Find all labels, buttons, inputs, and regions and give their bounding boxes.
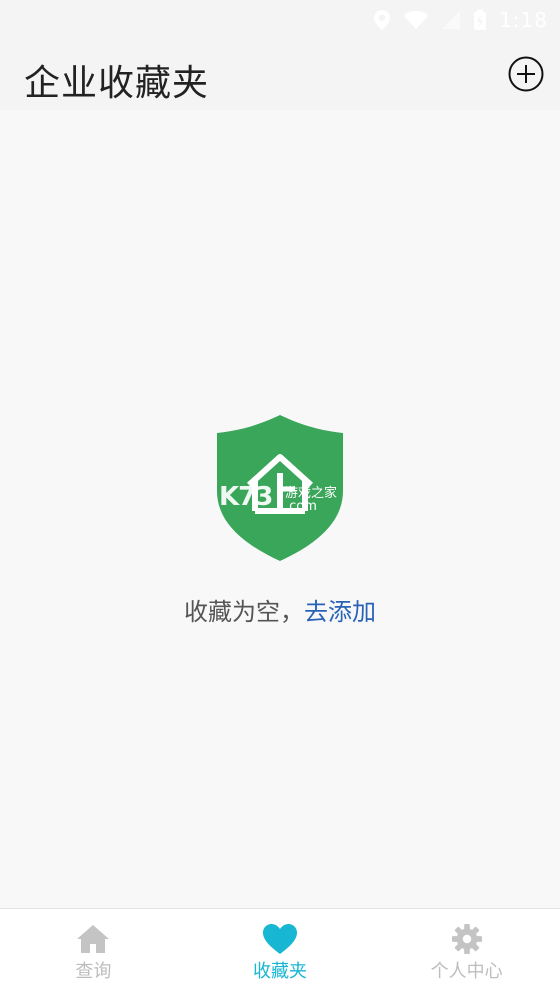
app-header: 企业收藏夹 [0, 40, 560, 110]
page-title: 企业收藏夹 [24, 63, 210, 104]
status-bar: 1:18 [0, 0, 560, 40]
add-button[interactable] [508, 56, 544, 92]
nav-label-profile: 个人中心 [430, 961, 503, 982]
wifi-icon [403, 10, 429, 30]
nav-item-query[interactable]: 查询 [0, 909, 187, 997]
watermark: K73 游戏之家 .com [215, 478, 355, 518]
plus-circle-icon [508, 56, 544, 96]
nav-item-profile[interactable]: 个人中心 [373, 909, 560, 997]
status-time: 1:18 [499, 8, 548, 32]
home-icon [76, 923, 110, 955]
nav-label-query: 查询 [75, 961, 112, 982]
watermark-k73: K73 [219, 482, 273, 512]
gear-icon [450, 923, 484, 955]
empty-message-text: 收藏为空， [184, 598, 304, 626]
signal-icon [441, 10, 461, 30]
heart-icon [262, 923, 298, 955]
battery-icon [473, 9, 487, 31]
nav-label-favorites: 收藏夹 [253, 961, 307, 982]
bottom-nav: 查询 收藏夹 个人中心 [0, 908, 560, 997]
watermark-domain: .com [285, 499, 317, 514]
nav-item-favorites[interactable]: 收藏夹 [187, 909, 374, 997]
location-icon [373, 9, 391, 31]
empty-message: 收藏为空，去添加 [0, 592, 560, 627]
add-link[interactable]: 去添加 [304, 598, 376, 626]
content-area: K73 游戏之家 .com 收藏为空，去添加 [0, 110, 560, 908]
